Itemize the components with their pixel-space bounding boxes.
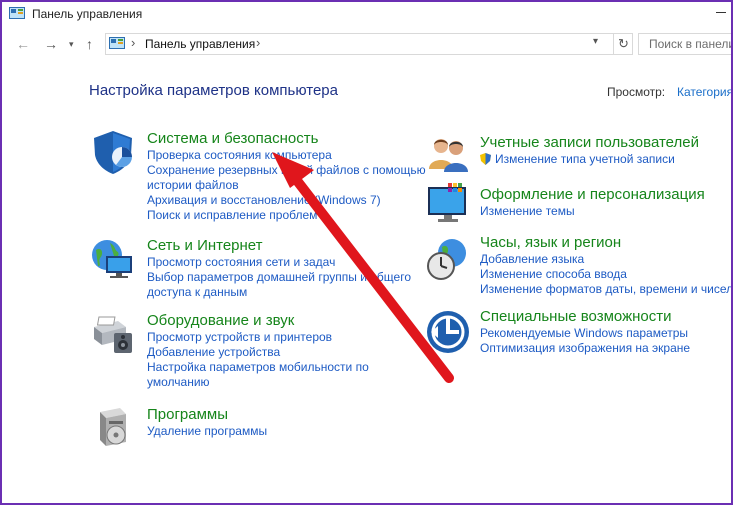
programs-disc-icon[interactable] xyxy=(96,406,136,448)
control-panel-icon xyxy=(109,37,125,49)
category-title-network[interactable]: Сеть и Интернет xyxy=(147,237,411,255)
category-network-internet: Сеть и Интернет Просмотр состояния сети … xyxy=(147,237,411,300)
link-devices-printers[interactable]: Просмотр устройств и принтеров xyxy=(147,330,369,345)
refresh-icon[interactable]: ↻ xyxy=(613,34,633,54)
link-troubleshoot[interactable]: Поиск и исправление проблем xyxy=(147,208,426,223)
back-arrow-icon[interactable]: ← xyxy=(16,36,30,52)
link-network-status[interactable]: Просмотр состояния сети и задач xyxy=(147,255,411,270)
link-optimize-display[interactable]: Оптимизация изображения на экране xyxy=(480,341,690,356)
network-globe-icon[interactable] xyxy=(90,238,136,280)
link-recommended-settings[interactable]: Рекомендуемые Windows параметры xyxy=(480,326,690,341)
link-mobility-settings[interactable]: Настройка параметров мобильности по xyxy=(147,360,369,375)
link-file-history-backup[interactable]: Сохранение резервных копий файлов с помо… xyxy=(147,163,426,178)
link-backup-restore-win7[interactable]: Архивация и восстановление (Windows 7) xyxy=(147,193,426,208)
control-panel-window: Панель управления ← → ▾ ↑ › Панель управ… xyxy=(0,0,733,505)
breadcrumb-control-panel[interactable]: Панель управления xyxy=(145,37,255,51)
category-appearance: Оформление и персонализация Изменение те… xyxy=(480,186,705,219)
link-change-account-type-label[interactable]: Изменение типа учетной записи xyxy=(495,152,675,166)
up-arrow-icon[interactable]: ↑ xyxy=(86,36,93,52)
link-homegroup-sharing[interactable]: Выбор параметров домашней группы и общег… xyxy=(147,270,411,285)
link-change-input-method[interactable]: Изменение способа ввода xyxy=(480,267,731,282)
clock-globe-icon[interactable] xyxy=(426,237,470,281)
printer-speaker-icon[interactable] xyxy=(92,311,136,355)
link-uninstall-program[interactable]: Удаление программы xyxy=(147,424,267,439)
page-title: Настройка параметров компьютера xyxy=(89,82,338,99)
category-title-appearance[interactable]: Оформление и персонализация xyxy=(480,186,705,204)
category-title-accounts[interactable]: Учетные записи пользователей xyxy=(480,134,699,152)
control-panel-icon xyxy=(9,7,25,19)
category-title-programs[interactable]: Программы xyxy=(147,406,267,424)
category-clock-region: Часы, язык и регион Добавление языка Изм… xyxy=(480,234,731,297)
link-change-theme[interactable]: Изменение темы xyxy=(480,204,705,219)
view-by-dropdown[interactable]: Категория xyxy=(677,85,731,99)
breadcrumb-chevron-icon[interactable]: › xyxy=(256,35,260,50)
navigation-bar: ← → ▾ ↑ › Панель управления › ▾ ↻ Поиск … xyxy=(2,30,731,58)
search-input[interactable]: Поиск в панели xyxy=(649,37,731,51)
search-box[interactable]: Поиск в панели xyxy=(638,33,731,55)
link-file-history-backup-cont[interactable]: истории файлов xyxy=(147,178,426,193)
address-history-chevron-icon[interactable]: ▾ xyxy=(593,36,598,47)
breadcrumb-chevron-icon[interactable]: › xyxy=(131,35,135,50)
category-hardware-sound: Оборудование и звук Просмотр устройств и… xyxy=(147,312,369,390)
ease-of-access-icon[interactable] xyxy=(426,310,470,354)
user-accounts-icon[interactable] xyxy=(427,135,469,173)
category-title-system-security[interactable]: Система и безопасность xyxy=(147,130,426,148)
address-bar[interactable]: › Панель управления › ▾ ↻ xyxy=(105,33,633,55)
category-title-access[interactable]: Специальные возможности xyxy=(480,308,690,326)
security-shield-icon[interactable] xyxy=(90,129,136,175)
link-check-computer-status[interactable]: Проверка состояния компьютера xyxy=(147,148,426,163)
category-user-accounts: Учетные записи пользователей Изменение т… xyxy=(480,134,699,167)
category-title-hardware[interactable]: Оборудование и звук xyxy=(147,312,369,330)
link-add-device[interactable]: Добавление устройства xyxy=(147,345,369,360)
link-homegroup-sharing-cont[interactable]: доступа к данным xyxy=(147,285,411,300)
category-ease-of-access: Специальные возможности Рекомендуемые Wi… xyxy=(480,308,690,356)
link-add-language[interactable]: Добавление языка xyxy=(480,252,731,267)
view-by-label: Просмотр: xyxy=(607,85,666,99)
category-system-security: Система и безопасность Проверка состояни… xyxy=(147,130,426,223)
recent-pages-chevron-icon[interactable]: ▾ xyxy=(69,36,74,52)
forward-arrow-icon[interactable]: → xyxy=(44,36,58,52)
category-title-clock[interactable]: Часы, язык и регион xyxy=(480,234,731,252)
link-mobility-settings-cont[interactable]: умолчанию xyxy=(147,375,369,390)
title-bar: Панель управления xyxy=(2,2,731,28)
uac-shield-icon xyxy=(480,153,491,165)
link-change-date-formats[interactable]: Изменение форматов даты, времени и чисел xyxy=(480,282,731,297)
window-title: Панель управления xyxy=(32,7,143,21)
appearance-monitor-icon[interactable] xyxy=(426,183,470,225)
category-programs: Программы Удаление программы xyxy=(147,406,267,439)
link-change-account-type[interactable]: Изменение типа учетной записи xyxy=(480,152,699,167)
minimize-button[interactable] xyxy=(711,6,731,20)
